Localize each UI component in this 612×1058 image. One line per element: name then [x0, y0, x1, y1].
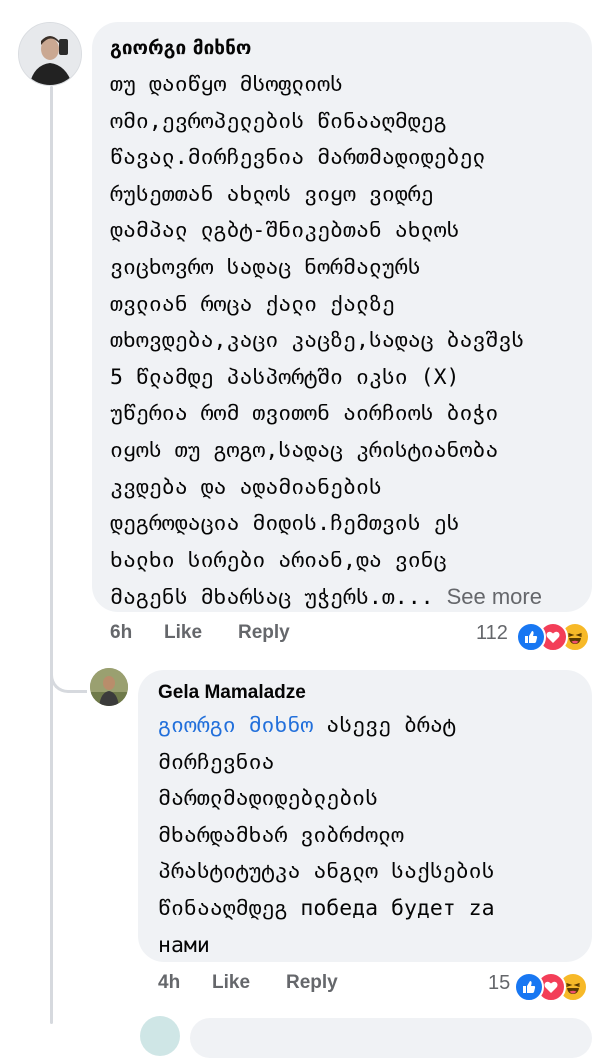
like-reaction-icon	[514, 972, 544, 1002]
comment-line-rest: ასევე ბრატ	[313, 713, 456, 738]
reply-button[interactable]: Reply	[238, 622, 290, 644]
comment-bubble: გიორგი მიხნო თუ დაიწყო მსოფლიოს ომი,ევრო…	[92, 22, 592, 612]
comment-line: თხოვდება,კაცი კაცზე,სადაც ბავშვს	[110, 328, 525, 354]
reaction-summary[interactable]: 15	[488, 972, 598, 1002]
profile-photo-icon	[19, 23, 81, 85]
profile-photo-icon	[90, 668, 128, 706]
comment-line: ვიცხოვრო სადაც ნორმალურს	[110, 254, 421, 280]
like-reaction-icon	[516, 622, 546, 652]
comment-line: წავალ.მირჩევნია მართმადიდებელ	[110, 145, 486, 171]
comment-line: დეგროდაცია მიდის.ჩემთვის ეს	[110, 511, 460, 537]
comment-line: მირჩევნია	[158, 749, 275, 775]
comment-line: მხარდამხარ ვიბრძოლო	[158, 822, 404, 848]
comment-line: დამპალ ლგბტ-შნიკებთან ახლოს	[110, 218, 460, 244]
comment-line: ომი,ევროპელების წინააღმდეგ	[110, 108, 447, 134]
comment-author[interactable]: გიორგი მიხნო	[110, 37, 251, 59]
comment-line-last: მაგენს მხარსაც უჭერს.თ... See more	[110, 579, 542, 616]
comment-text: გიორგი მიხნო ასევე ბრატ მირჩევნია მართლმ…	[158, 708, 495, 964]
like-button[interactable]: Like	[212, 972, 250, 994]
comment-line: კვდება და ადამიანების	[110, 474, 382, 500]
comment-line: თუ დაიწყო მსოფლიოს	[110, 72, 343, 97]
avatar[interactable]	[90, 668, 128, 706]
comment-line: პრასტიტუტკა ანგლო საქსების	[158, 859, 495, 885]
comment-line: 5 წლამდე პასპორტში იკსი (X)	[110, 364, 460, 390]
comment-line: უწერია რომ თვითონ აირჩიოს ბიჭი	[110, 401, 499, 427]
timestamp[interactable]: 6h	[110, 622, 132, 644]
next-reply-bubble	[190, 1018, 592, 1058]
comment-line: წინააღმდეგ победа будет za	[158, 895, 495, 921]
comment-line: ხალხი სირები არიან,და ვინც	[110, 547, 447, 573]
reply-button[interactable]: Reply	[286, 972, 338, 994]
comment-actions: 6h Like Reply 112	[0, 622, 612, 652]
comment-line: მართლმადიდებლების	[158, 786, 379, 812]
comment-author[interactable]: Gela Mamaladze	[158, 682, 306, 704]
truncated-text: მაგენს მხარსაც უჭერს.თ...	[110, 585, 434, 611]
like-button[interactable]: Like	[164, 622, 202, 644]
comment-line: нами	[158, 932, 210, 958]
reaction-count: 15	[488, 972, 511, 994]
reaction-count: 112	[476, 622, 508, 644]
comment-line-first: გიორგი მიხნო ასევე ბრატ	[158, 708, 495, 745]
avatar[interactable]	[18, 22, 82, 86]
comment-text: თუ დაიწყო მსოფლიოს ომი,ევროპელების წინაა…	[110, 67, 542, 616]
reaction-summary[interactable]: 112	[476, 622, 596, 652]
mention-link[interactable]: გიორგი მიხნო	[158, 713, 313, 738]
comment-line: თვლიან როცა ქალი ქალზე	[110, 291, 395, 317]
see-more-link[interactable]: See more	[447, 584, 542, 609]
thread-connector-line	[50, 86, 53, 1024]
comment-actions: 4h Like Reply 15	[0, 972, 612, 1002]
reply-bubble: Gela Mamaladze გიორგი მიხნო ასევე ბრატ მ…	[138, 670, 592, 962]
next-reply-avatar[interactable]	[140, 1016, 180, 1056]
comment-line: რუსეთთან ახლოს ვიყო ვიდრე	[110, 181, 434, 207]
timestamp[interactable]: 4h	[158, 972, 180, 994]
comment-line: იყოს თუ გოგო,სადაც კრისტიანობა	[110, 437, 499, 463]
